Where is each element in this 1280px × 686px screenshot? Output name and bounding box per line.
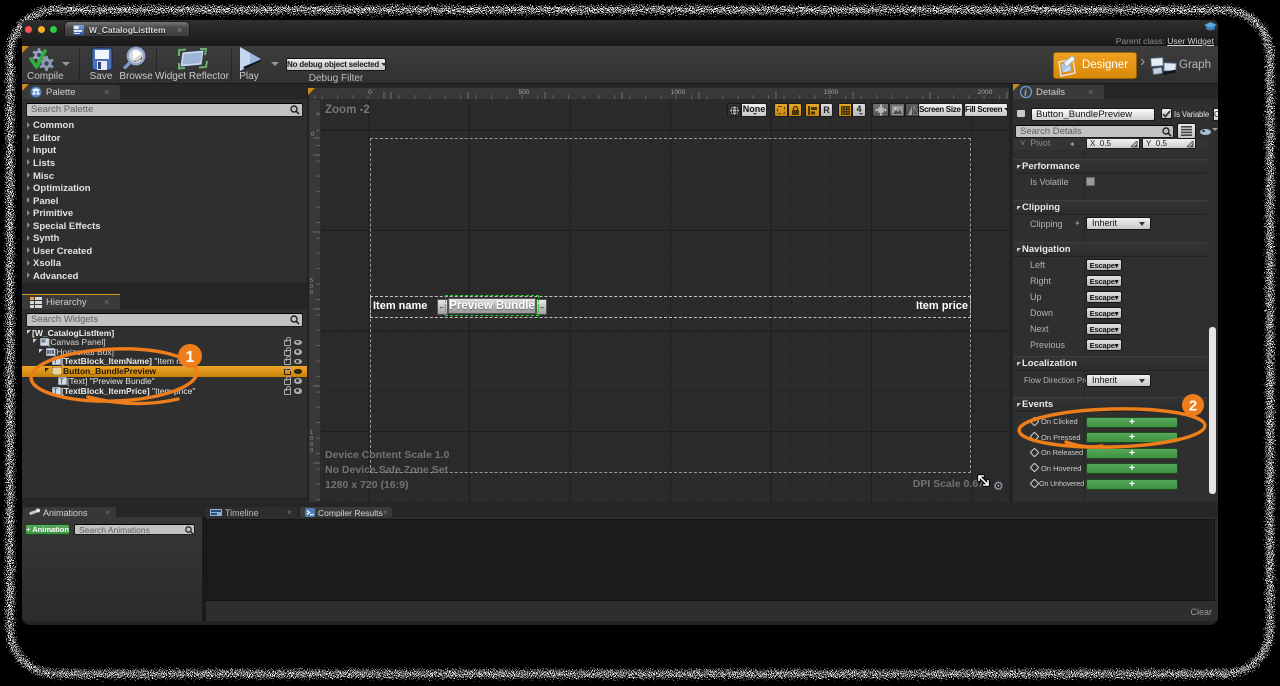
svg-text:T: T [54,359,59,366]
svg-text:T: T [54,388,59,395]
svg-text:T: T [60,378,65,385]
svg-text:i: i [1024,88,1027,98]
